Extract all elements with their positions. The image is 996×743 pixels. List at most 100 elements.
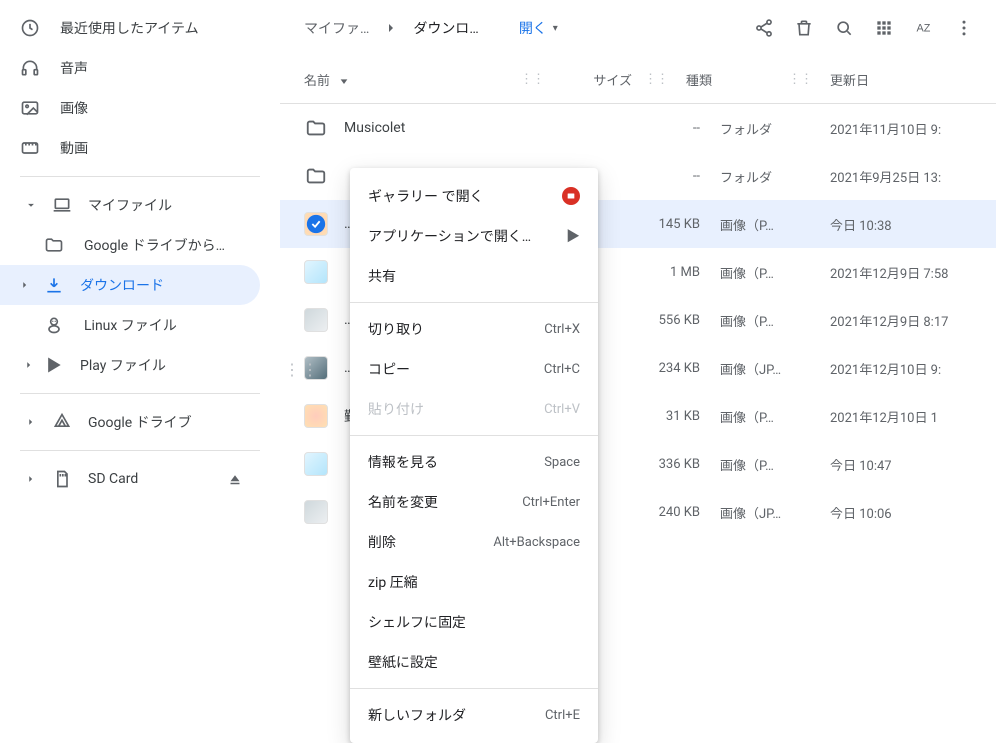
column-date[interactable]: 更新日 — [822, 70, 972, 89]
sidebar-item-label: 動画 — [60, 138, 88, 158]
file-type: 画像（P… — [712, 263, 822, 282]
file-date: 2021年12月10日 9: — [822, 359, 972, 378]
file-size: 31 KB — [622, 409, 712, 424]
file-type: 画像（P… — [712, 407, 822, 426]
sidebar-item-label: Google ドライブ — [88, 412, 192, 432]
column-header: 名前 ⋮⋮ サイズ ⋮⋮ 種類 ⋮⋮ 更新日 — [280, 56, 996, 104]
sidebar-item-myfiles[interactable]: マイファイル — [0, 185, 260, 225]
movie-icon — [20, 138, 40, 158]
file-size: -- — [622, 169, 712, 184]
sidebar-item-linux[interactable]: Linux ファイル — [0, 305, 260, 345]
open-with-label: 開く — [519, 18, 547, 38]
file-date: 2021年12月9日 8:17 — [822, 311, 972, 330]
column-size[interactable]: サイズ — [554, 70, 644, 89]
search-button[interactable] — [824, 8, 864, 48]
sidebar-item-audio[interactable]: 音声 — [0, 48, 260, 88]
file-date: 2021年12月9日 7:58 — [822, 263, 972, 282]
sidebar-item-label: 音声 — [60, 58, 88, 78]
eject-icon[interactable] — [226, 470, 244, 488]
chevron-right-icon — [24, 415, 38, 429]
separator — [20, 176, 260, 177]
file-size: -- — [622, 121, 712, 136]
breadcrumb-item-current[interactable]: ダウンロ… — [413, 18, 478, 38]
sidebar-item-label: マイファイル — [88, 195, 172, 215]
sidebar-item-label: ダウンロード — [80, 275, 164, 295]
file-type: 画像（P… — [712, 215, 822, 234]
file-date: 2021年11月10日 9: — [822, 119, 972, 138]
cm-pin-shelf[interactable]: シェルフに固定 — [350, 602, 598, 642]
separator — [20, 393, 260, 394]
image-thumbnail — [304, 308, 328, 332]
file-type: フォルダ — [712, 119, 822, 138]
sidebar-item-label: 最近使用したアイテム — [60, 18, 199, 38]
sidebar-item-images[interactable]: 画像 — [0, 88, 260, 128]
gallery-icon — [562, 187, 580, 205]
chevron-right-icon — [22, 358, 36, 372]
image-thumbnail — [304, 212, 328, 236]
clock-icon — [20, 18, 40, 38]
sidebar-item-gdrive[interactable]: Google ドライブ — [0, 402, 260, 442]
play-icon — [44, 355, 64, 375]
drag-handle-icon[interactable]: ⋮⋮ — [284, 360, 320, 379]
sidebar-item-downloads[interactable]: ダウンロード — [0, 265, 260, 305]
column-grip-icon[interactable]: ⋮⋮ — [788, 72, 812, 87]
chevron-right-icon — [18, 278, 32, 292]
image-icon — [20, 98, 40, 118]
cm-delete[interactable]: 削除 Alt+Backspace — [350, 522, 598, 562]
more-options-button[interactable] — [944, 8, 984, 48]
breadcrumb-item[interactable]: マイファ… — [304, 18, 369, 38]
context-menu: ギャラリー で開く アプリケーションで開く… ▶ 共有 切り取り Ctrl+X … — [350, 168, 598, 743]
cm-info[interactable]: 情報を見る Space — [350, 442, 598, 482]
download-icon — [44, 275, 64, 295]
cm-open-with[interactable]: アプリケーションで開く… ▶ — [350, 216, 598, 256]
file-date: 今日 10:38 — [822, 215, 972, 234]
file-date: 今日 10:47 — [822, 455, 972, 474]
share-button[interactable] — [744, 8, 784, 48]
column-grip-icon[interactable]: ⋮⋮ — [520, 72, 544, 87]
sort-az-button[interactable]: AZ — [904, 8, 944, 48]
laptop-icon — [52, 195, 72, 215]
cm-wallpaper[interactable]: 壁紙に設定 — [350, 642, 598, 682]
sidebar-item-play[interactable]: Play ファイル — [0, 345, 260, 385]
file-type: 画像（JP… — [712, 359, 822, 378]
column-type[interactable]: 種類 — [678, 70, 788, 89]
column-name[interactable]: 名前 — [304, 70, 520, 89]
sidebar-item-gdrive-from[interactable]: Google ドライブから… — [0, 225, 260, 265]
image-thumbnail — [304, 500, 328, 524]
file-row[interactable]: Musicolet--フォルダ2021年11月10日 9: — [280, 104, 996, 152]
headphones-icon — [20, 58, 40, 78]
image-thumbnail — [304, 404, 328, 428]
cm-zip[interactable]: zip 圧縮 — [350, 562, 598, 602]
folder-icon — [304, 116, 328, 140]
column-grip-icon[interactable]: ⋮⋮ — [644, 72, 668, 87]
open-with-button[interactable]: 開く ▾ — [519, 18, 558, 38]
image-thumbnail — [304, 452, 328, 476]
sidebar-item-videos[interactable]: 動画 — [0, 128, 260, 168]
sidebar-item-recent[interactable]: 最近使用したアイテム — [0, 8, 260, 48]
folder-icon — [304, 164, 328, 188]
cm-copy[interactable]: コピー Ctrl+C — [350, 349, 598, 389]
sidebar: 最近使用したアイテム 音声 画像 動画 — [0, 0, 280, 723]
delete-button[interactable] — [784, 8, 824, 48]
grid-view-button[interactable] — [864, 8, 904, 48]
sdcard-icon — [52, 469, 72, 489]
file-type: 画像（JP… — [712, 503, 822, 522]
cm-share[interactable]: 共有 — [350, 256, 598, 296]
folder-icon — [44, 235, 64, 255]
sidebar-item-label: 画像 — [60, 98, 88, 118]
sidebar-item-sdcard[interactable]: SD Card — [0, 459, 260, 499]
cm-open-gallery[interactable]: ギャラリー で開く — [350, 176, 598, 216]
file-size: 234 KB — [622, 361, 712, 376]
cm-paste: 貼り付け Ctrl+V — [350, 389, 598, 429]
svg-text:AZ: AZ — [917, 22, 931, 34]
separator — [350, 435, 598, 436]
file-size: 336 KB — [622, 457, 712, 472]
cm-new-folder[interactable]: 新しいフォルダ Ctrl+E — [350, 695, 598, 735]
cm-rename[interactable]: 名前を変更 Ctrl+Enter — [350, 482, 598, 522]
toolbar: マイファ… ダウンロ… 開く ▾ AZ — [280, 0, 996, 56]
cm-cut[interactable]: 切り取り Ctrl+X — [350, 309, 598, 349]
file-size: 145 KB — [622, 217, 712, 232]
file-date: 今日 10:06 — [822, 503, 972, 522]
file-type: フォルダ — [712, 167, 822, 186]
sidebar-item-label: Linux ファイル — [84, 315, 177, 335]
